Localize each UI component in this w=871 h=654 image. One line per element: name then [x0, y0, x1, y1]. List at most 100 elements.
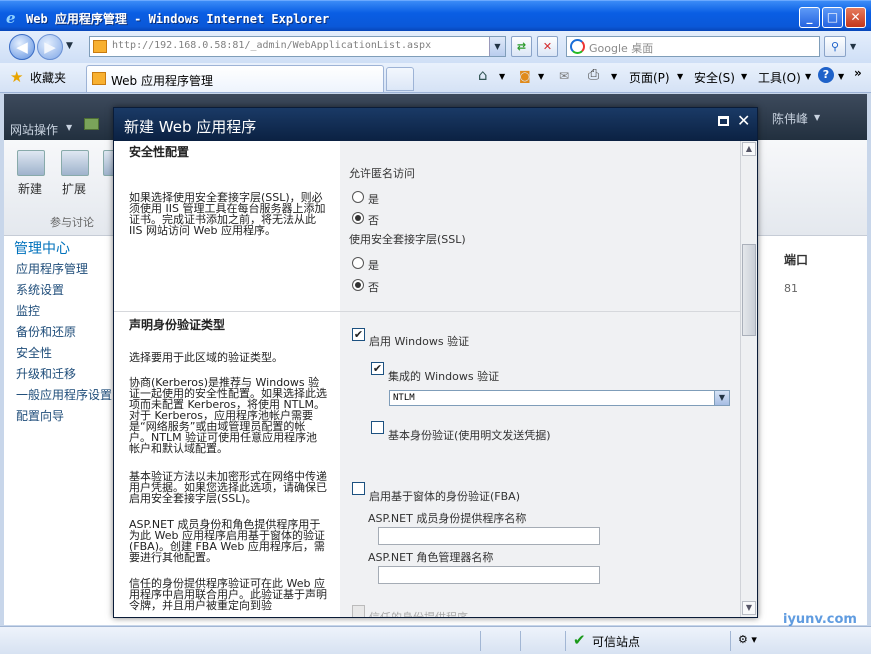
tools-dropdown-icon: ▼	[805, 72, 812, 81]
more-tools-icon[interactable]: »	[854, 66, 862, 80]
address-dropdown-icon[interactable]: ▼	[489, 37, 505, 56]
basic-auth-checkbox[interactable]	[371, 421, 384, 434]
favorites-star-icon[interactable]: ★	[10, 68, 23, 86]
anonymous-yes-label[interactable]: 是	[368, 191, 379, 207]
membership-provider-input[interactable]	[378, 527, 600, 545]
scroll-thumb[interactable]	[742, 244, 756, 336]
help-dropdown-icon[interactable]: ▼	[838, 72, 844, 81]
nav-item[interactable]: 系统设置	[16, 281, 64, 298]
back-button[interactable]: ◀	[9, 34, 35, 60]
scroll-down-icon[interactable]: ▼	[742, 601, 756, 615]
enable-windows-auth-checkbox[interactable]: ✔	[352, 328, 365, 341]
anonymous-no-label[interactable]: 否	[368, 212, 379, 228]
home-icon[interactable]: ⌂	[478, 66, 488, 84]
user-dropdown-icon: ▼	[814, 113, 821, 122]
ssl-yes-label[interactable]: 是	[368, 257, 379, 273]
basic-auth-label[interactable]: 基本身份验证(使用明文发送凭据)	[388, 427, 551, 443]
nav-item[interactable]: 应用程序管理	[16, 260, 88, 277]
enable-windows-auth-label[interactable]: 启用 Windows 验证	[369, 333, 469, 349]
trusted-provider-label[interactable]: 信任的身份提供程序	[369, 609, 468, 617]
status-separator	[480, 631, 481, 651]
home-dropdown-icon[interactable]: ▼	[499, 72, 505, 81]
auth-type-value[interactable]: NTLM	[393, 393, 415, 403]
settings-column: 允许匿名访问 是 否 使用安全套接字层(SSL) 是 否 ✔ 启用 Window…	[340, 141, 740, 617]
port-column-header[interactable]: 端口	[784, 251, 808, 268]
page-dropdown-icon: ▼	[677, 72, 684, 81]
user-menu[interactable]: 陈伟峰	[772, 110, 808, 127]
search-placeholder[interactable]: Google 桌面	[589, 40, 653, 56]
page-menu[interactable]: 页面(P)	[629, 69, 670, 86]
nav-item[interactable]: 监控	[16, 302, 40, 319]
anonymous-yes-radio[interactable]	[352, 191, 364, 203]
trusted-check-icon: ✔	[573, 631, 586, 649]
feeds-icon[interactable]: ◙	[519, 69, 531, 83]
dialog-scrollbar[interactable]: ▲ ▼	[740, 141, 757, 617]
maximize-button[interactable]: □	[822, 7, 843, 28]
tab-label[interactable]: Web 应用程序管理	[111, 72, 213, 89]
ribbon-extend-button[interactable]: 扩展	[62, 180, 86, 197]
nav-heading[interactable]: 管理中心	[14, 238, 70, 258]
print-icon[interactable]: ⎙	[588, 67, 599, 83]
tools-menu[interactable]: 工具(O)	[758, 69, 801, 86]
integrated-windows-auth-label[interactable]: 集成的 Windows 验证	[388, 368, 499, 384]
claims-heading: 声明身份验证类型	[129, 318, 226, 332]
ssl-no-radio[interactable]	[352, 279, 364, 291]
tab-toolbar: ★ 收藏夹 Web 应用程序管理 ⌂ ▼ ◙ ▼ ✉ ⎙ ▼ 页面(P) ▼ 安…	[0, 63, 871, 93]
nav-item[interactable]: 配置向导	[16, 407, 64, 424]
site-actions-menu[interactable]: 网站操作	[10, 121, 58, 138]
address-url[interactable]: http://192.168.0.58:81/_admin/WebApplica…	[112, 40, 431, 51]
favorites-button[interactable]: 收藏夹	[30, 69, 66, 86]
integrated-windows-auth-checkbox[interactable]: ✔	[371, 362, 384, 375]
search-options-icon[interactable]: ▼	[850, 42, 856, 51]
status-separator	[565, 631, 566, 651]
dialog-body[interactable]: 安全性配置 如果选择使用安全套接字层(SSL)，则必须使用 IIS 管理工具在每…	[114, 141, 757, 617]
trusted-provider-checkbox[interactable]	[352, 605, 365, 617]
section-divider	[114, 311, 740, 312]
nav-item[interactable]: 安全性	[16, 344, 52, 361]
anonymous-no-radio[interactable]	[352, 212, 364, 224]
close-window-button[interactable]: ✕	[845, 7, 866, 28]
security-heading: 安全性配置	[129, 145, 190, 159]
stop-icon[interactable]: ✕	[537, 36, 558, 57]
nav-item[interactable]: 一般应用程序设置	[16, 386, 112, 403]
left-navigation: 管理中心 应用程序管理 系统设置 监控 备份和还原 安全性 升级和迁移 一般应用…	[4, 236, 114, 625]
description-column: 安全性配置 如果选择使用安全套接字层(SSL)，则必须使用 IIS 管理工具在每…	[114, 141, 340, 617]
history-dropdown-icon[interactable]: ▼	[66, 41, 73, 51]
ssl-no-label[interactable]: 否	[368, 279, 379, 295]
minimize-button[interactable]: _	[799, 7, 820, 28]
refresh-icon[interactable]: ⇄	[511, 36, 532, 57]
safety-menu[interactable]: 安全(S)	[694, 69, 735, 86]
fba-label[interactable]: 启用基于窗体的身份验证(FBA)	[369, 488, 520, 504]
navigate-up-icon[interactable]	[84, 118, 99, 130]
close-dialog-icon[interactable]: ✕	[737, 111, 750, 130]
print-dropdown-icon[interactable]: ▼	[611, 72, 617, 81]
extend-app-icon[interactable]	[61, 150, 89, 176]
help-icon[interactable]: ?	[818, 67, 834, 83]
mail-icon[interactable]: ✉	[559, 69, 569, 83]
safety-dropdown-icon: ▼	[741, 72, 748, 81]
select-dropdown-icon[interactable]: ▼	[714, 391, 729, 405]
zoom-icon[interactable]: ⚙ ▾	[738, 633, 757, 646]
role-manager-input[interactable]	[378, 566, 600, 584]
ssl-yes-radio[interactable]	[352, 257, 364, 269]
address-bar[interactable]: http://192.168.0.58:81/_admin/WebApplica…	[89, 36, 506, 57]
feeds-dropdown-icon[interactable]: ▼	[538, 72, 544, 81]
new-webapp-dialog: 新建 Web 应用程序 ✕ 安全性配置 如果选择使用安全套接字层(SSL)，则必…	[113, 107, 758, 618]
nav-item[interactable]: 备份和还原	[16, 323, 76, 340]
search-box[interactable]: Google 桌面	[566, 36, 820, 57]
maximize-dialog-icon[interactable]	[718, 116, 729, 126]
new-app-icon[interactable]	[17, 150, 45, 176]
ribbon-new-button[interactable]: 新建	[18, 180, 42, 197]
scroll-up-icon[interactable]: ▲	[742, 142, 756, 156]
new-tab-button[interactable]	[386, 67, 414, 91]
security-zone[interactable]: 可信站点	[592, 633, 640, 650]
window-title: Web 应用程序管理 - Windows Internet Explorer	[26, 12, 330, 26]
search-icon[interactable]: ⚲	[824, 36, 846, 57]
auth-type-select[interactable]: NTLM ▼	[389, 390, 730, 406]
page-favicon-icon	[93, 40, 107, 53]
tab-web-app-management[interactable]: Web 应用程序管理	[86, 65, 384, 92]
nav-item[interactable]: 升级和迁移	[16, 365, 76, 382]
forward-button[interactable]: ▶	[37, 34, 63, 60]
claims-description-4: ASP.NET 成员身份和角色提供程序用于为此 Web 应用程序启用基于窗体的验…	[129, 518, 325, 564]
fba-checkbox[interactable]	[352, 482, 365, 495]
